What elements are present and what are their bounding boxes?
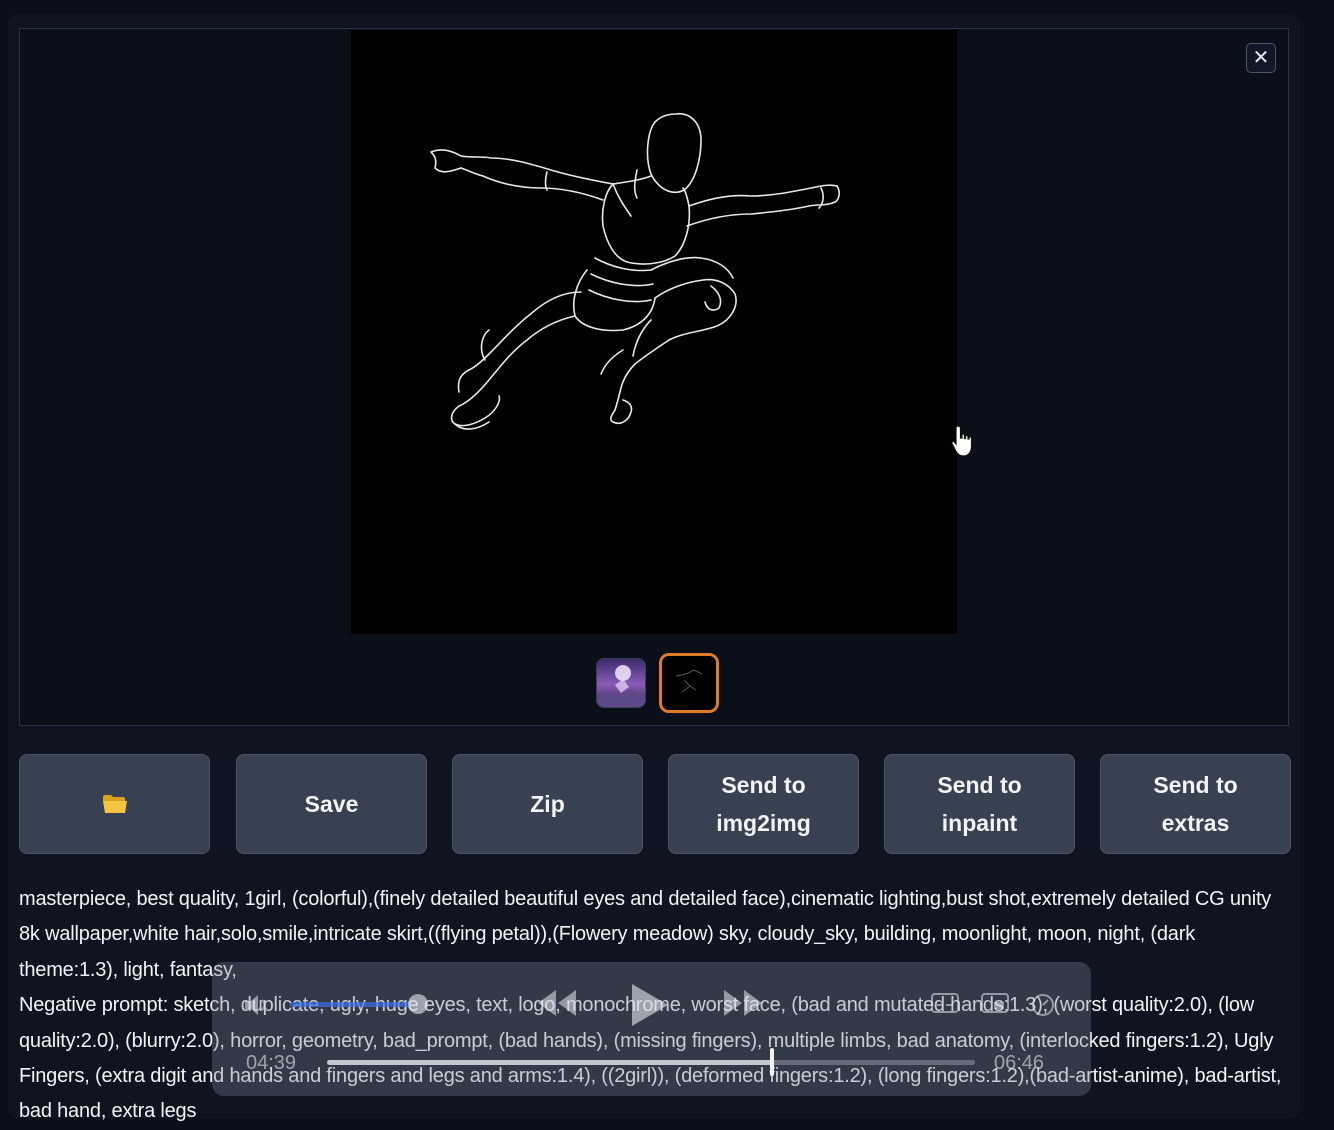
duration-time: 06:46 [994, 1052, 1045, 1074]
seek-bar-progress [327, 1060, 773, 1065]
speed-icon[interactable] [1030, 992, 1056, 1025]
seek-bar-handle[interactable] [770, 1048, 775, 1076]
lineart-figure [430, 113, 840, 430]
picture-in-picture-icon[interactable] [980, 992, 1010, 1023]
volume-slider[interactable] [290, 1002, 410, 1007]
preview-image[interactable] [351, 30, 957, 634]
rewind-icon[interactable] [534, 986, 580, 1027]
send-to-extras-button[interactable]: Send to extras [1100, 754, 1291, 854]
hand-cursor-icon [950, 424, 976, 465]
save-button[interactable]: Save [236, 754, 427, 854]
current-time: 04:39 [246, 1052, 297, 1074]
open-folder-button[interactable] [19, 754, 210, 854]
fast-forward-icon[interactable] [720, 986, 766, 1027]
generated-image-icon [597, 659, 645, 707]
thumbnail-generated-image[interactable] [596, 658, 646, 708]
send-to-inpaint-button[interactable]: Send to inpaint [884, 754, 1075, 854]
thumbnail-canny-preview[interactable] [659, 653, 719, 713]
volume-knob[interactable] [408, 994, 428, 1014]
canny-preview-icon [662, 656, 716, 710]
zip-button[interactable]: Zip [452, 754, 643, 854]
close-icon[interactable]: ✕ [1246, 43, 1276, 73]
send-to-img2img-button[interactable]: Send to img2img [668, 754, 859, 854]
subtitles-icon[interactable] [930, 992, 960, 1023]
play-icon[interactable] [626, 980, 672, 1037]
seek-bar[interactable] [327, 1048, 975, 1076]
folder-icon [102, 795, 127, 813]
volume-icon[interactable] [242, 992, 276, 1025]
